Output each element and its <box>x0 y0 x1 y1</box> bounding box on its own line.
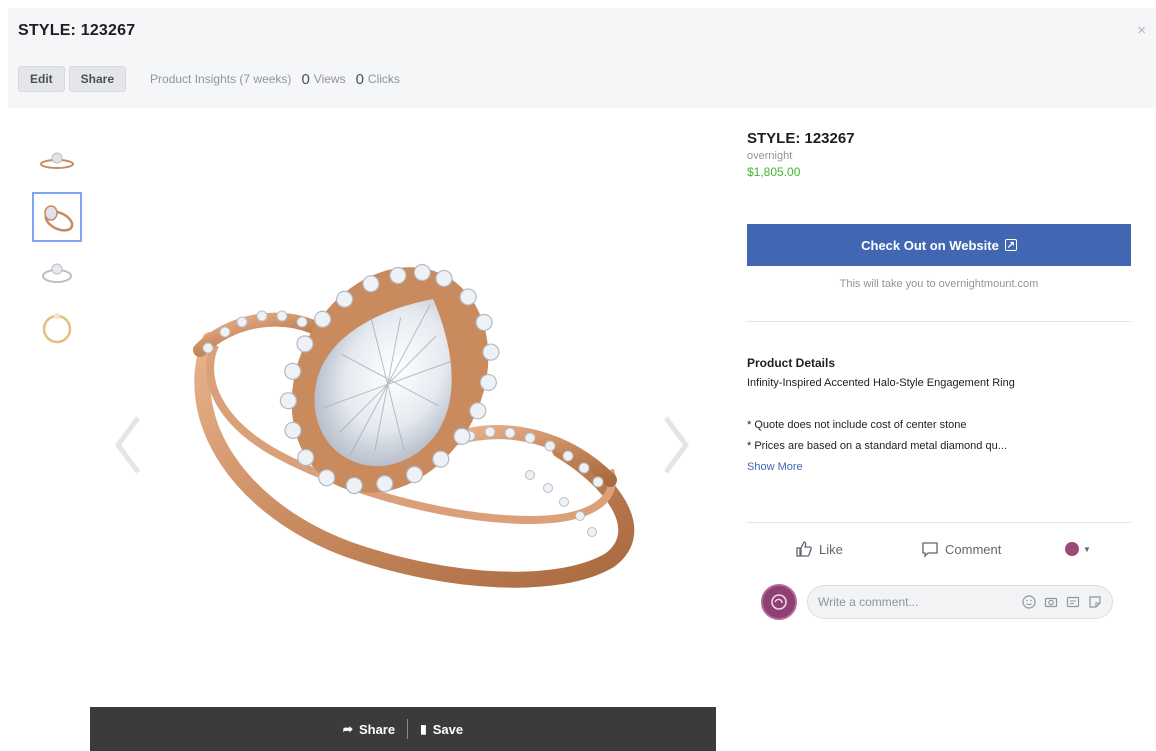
next-image-arrow-icon[interactable] <box>656 410 696 480</box>
toolbar: Edit Share Product Insights (7 weeks) 0 … <box>18 64 400 94</box>
share-button[interactable]: Share <box>68 66 127 92</box>
thumbnail-ring-profile[interactable] <box>32 248 82 298</box>
thumbs-up-icon <box>796 541 812 557</box>
ring-side-icon <box>40 152 74 169</box>
thumbnail-ring-angled[interactable] <box>32 192 82 242</box>
checkout-note: This will take you to overnightmount.com <box>839 278 1039 290</box>
product-title: STYLE: 123267 <box>747 130 855 147</box>
close-icon[interactable]: × <box>1137 22 1146 39</box>
product-price: $1,805.00 <box>747 165 801 179</box>
external-link-icon: ↗ <box>1004 239 1017 251</box>
product-details-line: Infinity-Inspired Accented Halo-Style En… <box>747 377 1015 389</box>
checkout-on-website-button[interactable]: Check Out on Website ↗ <box>747 224 1131 266</box>
seller-name[interactable]: overnight <box>747 150 1131 162</box>
section-divider <box>747 522 1131 523</box>
social-actions: Like Comment ▼ <box>747 534 1131 564</box>
insights-label: Product Insights (7 weeks) <box>150 72 292 86</box>
views-count: 0 <box>301 70 310 88</box>
share-arrow-icon: ➦ <box>342 722 353 736</box>
bookmark-icon: ▮ <box>420 722 427 736</box>
comment-label: Comment <box>945 541 1002 557</box>
product-details-line: * Quote does not include cost of center … <box>747 419 967 431</box>
gif-icon[interactable] <box>1065 595 1080 610</box>
like-label: Like <box>819 541 843 557</box>
comment-button[interactable]: Comment <box>921 540 1001 558</box>
section-divider <box>747 321 1131 322</box>
checkout-label: Check Out on Website <box>861 237 999 253</box>
image-save-label: Save <box>432 721 464 737</box>
sticker-icon[interactable] <box>1087 595 1102 610</box>
image-action-bar: ➦ Share ▮ Save <box>90 707 716 751</box>
profile-logo-icon <box>771 594 787 610</box>
title-bar: STYLE: 123267 <box>8 8 1156 54</box>
comment-placeholder: Write a comment... <box>818 595 919 609</box>
reaction-avatar-icon <box>1065 542 1079 556</box>
views-label: Views <box>313 72 346 86</box>
clicks-count: 0 <box>355 70 364 88</box>
ring-angled-icon <box>44 205 74 232</box>
avatar <box>761 584 797 620</box>
like-button[interactable]: Like <box>795 540 843 558</box>
comment-icon <box>922 542 938 558</box>
reaction-selector[interactable]: ▼ <box>1065 542 1091 556</box>
camera-icon[interactable] <box>1043 595 1058 610</box>
ring-top-icon <box>42 313 72 344</box>
product-details-heading: Product Details <box>747 356 836 370</box>
chevron-down-icon: ▼ <box>1083 544 1091 554</box>
product-side-panel: STYLE: 123267 overnight $1,805.00 Check … <box>747 130 1131 620</box>
page-title: STYLE: 123267 <box>18 22 136 39</box>
modal-header: STYLE: 123267 × Edit Share Product Insig… <box>8 8 1156 108</box>
product-details-line: * Prices are based on a standard metal d… <box>747 440 1007 452</box>
comment-composer: Write a comment... <box>761 582 1121 622</box>
clicks-label: Clicks <box>367 72 400 86</box>
emoji-icon[interactable] <box>1021 595 1036 610</box>
previous-image-arrow-icon[interactable] <box>108 410 148 480</box>
thumbnail-ring-side[interactable] <box>32 136 82 186</box>
edit-button[interactable]: Edit <box>18 66 65 92</box>
product-image <box>193 263 635 588</box>
image-share-button[interactable]: ➦ Share <box>331 722 407 737</box>
image-save-button[interactable]: ▮ Save <box>408 722 475 737</box>
ring-profile-icon <box>42 263 72 283</box>
thumbnail-ring-top[interactable] <box>32 304 82 354</box>
thumbnail-list <box>32 136 84 360</box>
show-more-link[interactable]: Show More <box>747 461 803 473</box>
comment-input[interactable]: Write a comment... <box>807 585 1113 619</box>
image-share-label: Share <box>358 721 396 737</box>
